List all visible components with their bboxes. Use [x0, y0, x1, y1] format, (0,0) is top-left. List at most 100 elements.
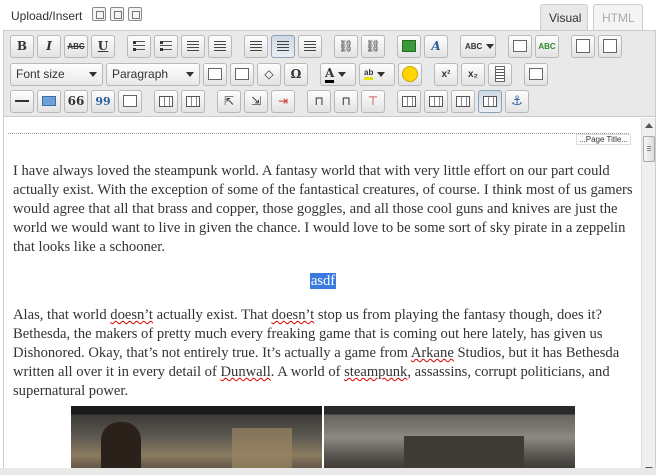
paste-word-icon: [235, 68, 249, 80]
row-after-icon: ⇲: [250, 94, 262, 108]
align-left-button[interactable]: [244, 34, 268, 58]
insert-more-icon: [603, 39, 617, 53]
numbered-list-button[interactable]: [154, 34, 178, 58]
text-color-button[interactable]: A: [320, 62, 356, 86]
smiley-icon: [402, 66, 418, 82]
table-props-button[interactable]: [478, 89, 502, 113]
scrollbar-thumb[interactable]: [643, 136, 655, 162]
delete-table-icon: [456, 95, 470, 107]
scroll-up-button[interactable]: [642, 118, 655, 132]
add-media-icon[interactable]: [128, 7, 142, 21]
merge-cells-button[interactable]: [397, 89, 421, 113]
delete-col-button[interactable]: ⊤: [361, 89, 385, 113]
underline-button[interactable]: U: [91, 34, 115, 58]
style-icon: A: [431, 39, 441, 53]
misspelled-word[interactable]: Arkane: [411, 345, 454, 361]
table-button[interactable]: [154, 89, 178, 113]
page-break-button[interactable]: [571, 34, 595, 58]
tab-html[interactable]: HTML: [593, 4, 643, 31]
misspelled-word[interactable]: Dunwall: [220, 364, 270, 380]
indent-button[interactable]: [208, 34, 232, 58]
emoticon-button[interactable]: [398, 62, 422, 86]
vertical-scrollbar[interactable]: [641, 118, 655, 474]
add-video-icon[interactable]: [110, 7, 124, 21]
col-before-icon: ⊓: [314, 94, 324, 108]
spellcheck-check-icon: ABC: [538, 41, 556, 51]
split-cells-button[interactable]: [424, 89, 448, 113]
horizontal-rule-button[interactable]: [10, 89, 34, 113]
outdent-icon: [187, 41, 199, 51]
col-after-button[interactable]: ⊓: [334, 89, 358, 113]
toolbar: B I ABC U ⛓ ⛓ A ABC ABC Font size Paragr…: [4, 31, 655, 117]
subscript-icon: x₂: [467, 68, 478, 80]
help-button[interactable]: [524, 62, 548, 86]
insert-media-button[interactable]: [488, 62, 512, 86]
selected-text[interactable]: asdf: [309, 273, 337, 289]
table-cell-button[interactable]: [181, 89, 205, 113]
paragraph-format-select[interactable]: Paragraph: [106, 62, 200, 86]
paragraph-2: Alas, that world doesn’t actually exist.…: [13, 307, 620, 399]
style-button[interactable]: A: [424, 34, 448, 58]
toolbar-row-2: Font size Paragraph ◇ Ω A ab x² x₂: [10, 62, 548, 86]
insert-more-button[interactable]: [598, 34, 622, 58]
row-before-button[interactable]: ⇱: [217, 89, 241, 113]
image-icon: [402, 40, 416, 52]
align-right-button[interactable]: [298, 34, 322, 58]
add-image-icon[interactable]: [92, 7, 106, 21]
bold-button[interactable]: B: [10, 34, 34, 58]
italic-button[interactable]: I: [37, 34, 61, 58]
editor-frame: B I ABC U ⛓ ⛓ A ABC ABC Font size Paragr…: [3, 30, 656, 475]
align-center-button[interactable]: [271, 34, 295, 58]
edit-button[interactable]: [118, 89, 142, 113]
game-screenshot-image[interactable]: [71, 406, 322, 474]
page-title-divider: [8, 133, 629, 134]
insert-image-button[interactable]: [397, 34, 421, 58]
merge-cells-icon: [402, 95, 416, 107]
blockquote-button[interactable]: 66: [64, 89, 88, 113]
spellcheck-button[interactable]: ABC: [460, 34, 496, 58]
misspelled-word[interactable]: doesn’t: [110, 307, 153, 323]
highlight-icon: ab: [364, 68, 374, 80]
subscript-button[interactable]: x₂: [461, 62, 485, 86]
unlink-button[interactable]: ⛓: [361, 34, 385, 58]
strikethrough-button[interactable]: ABC: [64, 34, 88, 58]
page-title-marker: ...Page Title...: [576, 134, 631, 145]
font-size-select[interactable]: Font size: [10, 62, 103, 86]
cite-icon: 99: [95, 94, 111, 108]
delete-row-button[interactable]: ⇥: [271, 89, 295, 113]
clear-formatting-button[interactable]: ◇: [257, 62, 281, 86]
omega-icon: Ω: [290, 67, 302, 81]
delete-col-icon: ⊤: [367, 94, 379, 108]
highlight-color-button[interactable]: ab: [359, 62, 395, 86]
fullscreen-icon: [513, 40, 527, 52]
row-before-icon: ⇱: [223, 94, 235, 108]
link-button[interactable]: ⛓: [334, 34, 358, 58]
spellcheck-icon: ABC: [465, 41, 483, 51]
spellcheck-as-you-type-button[interactable]: ABC: [535, 34, 559, 58]
paste-word-button[interactable]: [230, 62, 254, 86]
game-screenshot-image[interactable]: [324, 406, 575, 474]
superscript-button[interactable]: x²: [434, 62, 458, 86]
col-before-button[interactable]: ⊓: [307, 89, 331, 113]
misspelled-word[interactable]: steampunk: [344, 364, 407, 380]
fullscreen-button[interactable]: [508, 34, 532, 58]
chevron-down-icon: [89, 71, 97, 77]
article-body[interactable]: I have always loved the steampunk world.…: [13, 162, 633, 416]
tab-visual[interactable]: Visual: [540, 4, 588, 31]
paste-text-button[interactable]: [203, 62, 227, 86]
help-icon: [529, 68, 543, 80]
editor-content[interactable]: ...Page Title... I have always loved the…: [4, 118, 641, 474]
misspelled-word[interactable]: doesn’t: [271, 307, 314, 323]
bulleted-list-button[interactable]: [127, 34, 151, 58]
special-character-button[interactable]: Ω: [284, 62, 308, 86]
delete-table-button[interactable]: [451, 89, 475, 113]
cite-button[interactable]: 99: [91, 89, 115, 113]
paste-text-icon: [208, 68, 222, 80]
anchor-button[interactable]: ⚓: [505, 89, 529, 113]
selected-text-line: asdf: [13, 272, 633, 291]
text-color-icon: A: [325, 66, 335, 83]
outdent-button[interactable]: [181, 34, 205, 58]
insert-row-button[interactable]: [37, 89, 61, 113]
unlink-icon: ⛓: [365, 39, 381, 53]
row-after-button[interactable]: ⇲: [244, 89, 268, 113]
